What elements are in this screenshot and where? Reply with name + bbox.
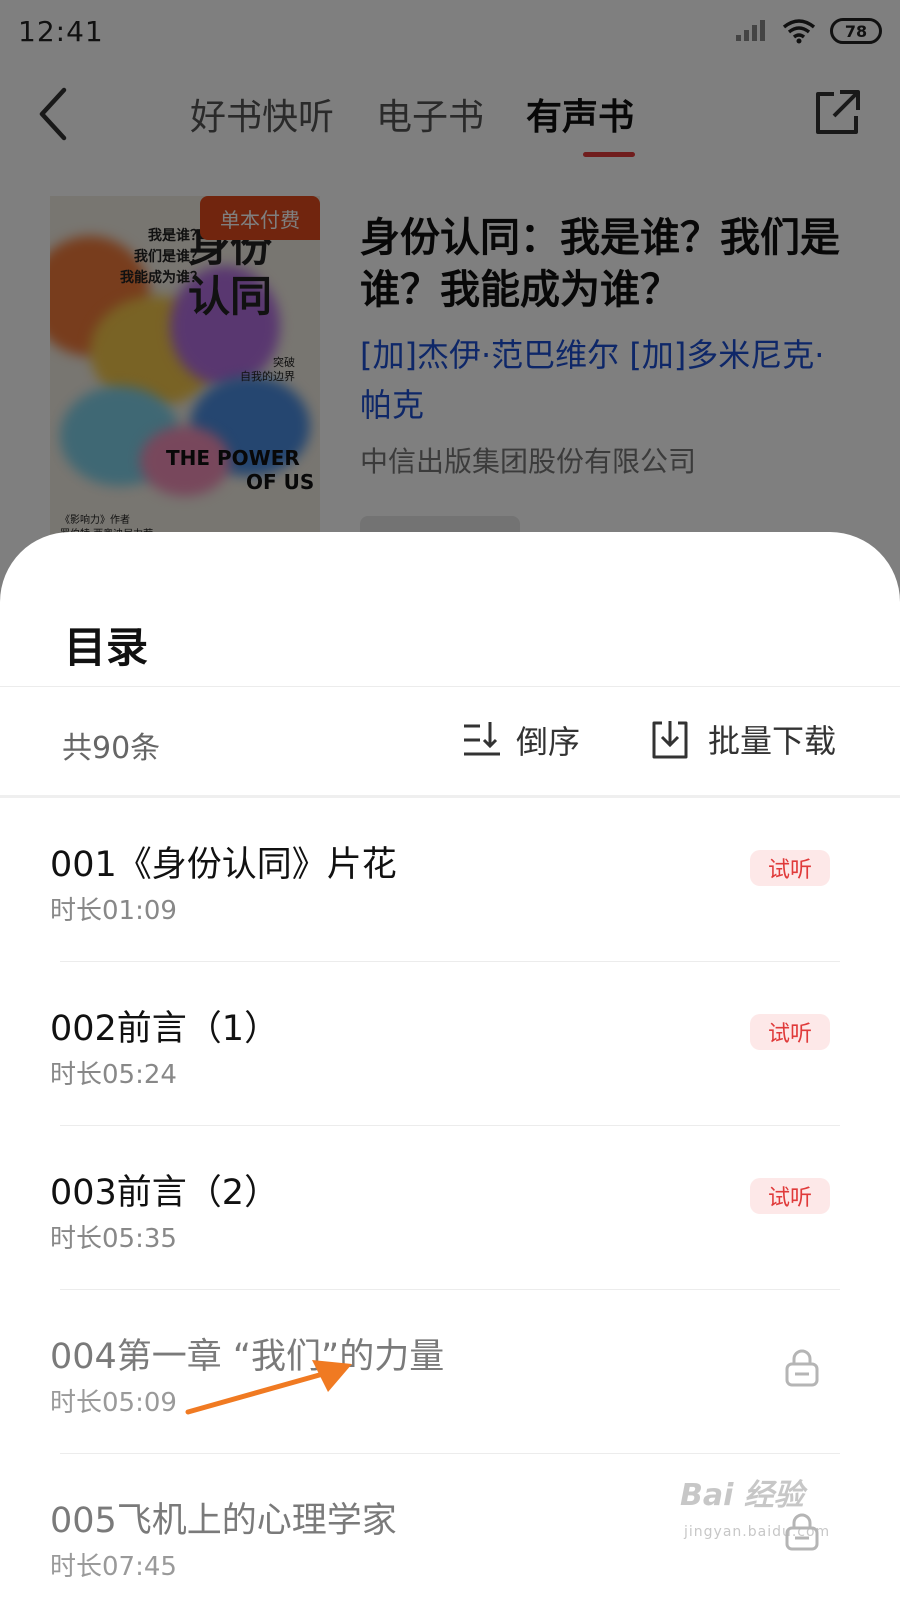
sheet-title: 目录 (64, 623, 149, 672)
chapter-row[interactable]: 003前言（2） 时长05:35 试听 (0, 1126, 900, 1290)
trial-badge[interactable]: 试听 (750, 1014, 830, 1050)
chapter-duration: 时长05:24 (50, 1060, 177, 1090)
chapter-duration: 时长07:45 (50, 1552, 177, 1582)
chapter-row-locked[interactable]: 004第一章 “我们”的力量 时长05:09 (0, 1290, 900, 1454)
sort-button[interactable]: 倒序 (462, 713, 580, 767)
chapter-title: 005飞机上的心理学家 (50, 1501, 397, 1541)
screen: 12:41 78 好书快听 电子书 有声书 (0, 0, 900, 1600)
toc-sheet: 目录 共90条 倒序 批量下载 001《身份认同》片花 时长01:09 试听 0… (0, 532, 900, 1600)
batch-download-button[interactable]: 批量下载 (650, 711, 836, 767)
chapter-title: 001《身份认同》片花 (50, 845, 397, 885)
trial-badge[interactable]: 试听 (750, 850, 830, 886)
annotation-arrow-icon (185, 1360, 352, 1415)
chapter-count: 共90条 (62, 731, 161, 766)
watermark-url: jingyan.baidu.com (684, 1524, 831, 1540)
chapter-duration: 时长05:09 (50, 1388, 177, 1418)
trial-badge[interactable]: 试听 (750, 1178, 830, 1214)
sort-label: 倒序 (516, 723, 581, 761)
toc-toolbar: 共90条 倒序 批量下载 (0, 687, 900, 795)
lock-icon (785, 1349, 819, 1387)
chapter-row[interactable]: 001《身份认同》片花 时长01:09 试听 (0, 798, 900, 962)
chapter-duration: 时长05:35 (50, 1224, 177, 1254)
chapter-duration: 时长01:09 (50, 896, 177, 926)
watermark: Bai 经验 jingyan.baidu.com (680, 1470, 860, 1550)
download-label: 批量下载 (708, 722, 837, 760)
chapter-title: 002前言（1） (50, 1009, 280, 1049)
sort-icon (464, 722, 500, 756)
watermark-text: Bai 经验 (680, 1478, 804, 1513)
chapter-title: 003前言（2） (50, 1173, 280, 1213)
download-icon (652, 721, 688, 759)
chapter-row[interactable]: 002前言（1） 时长05:24 试听 (0, 962, 900, 1126)
